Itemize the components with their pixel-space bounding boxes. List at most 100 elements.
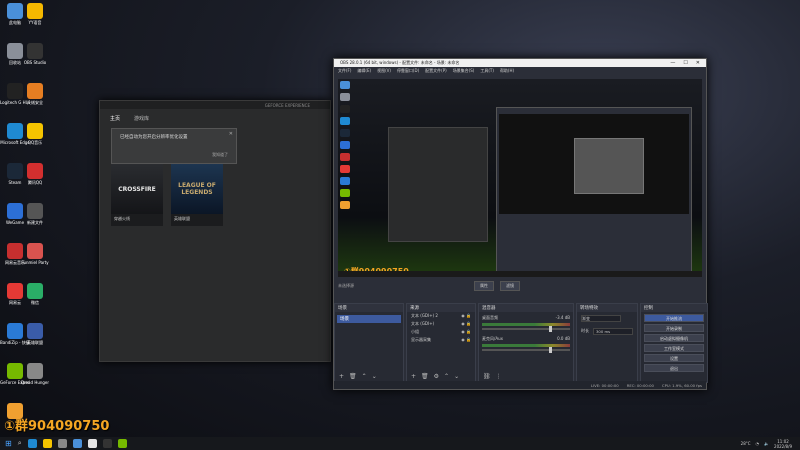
control-button[interactable]: 开始推流 (644, 314, 704, 322)
desktop-icon[interactable]: Dread Hunger (20, 363, 50, 385)
lock-icon[interactable]: 🔒 (466, 329, 471, 334)
control-button[interactable]: 工作室模式 (644, 344, 704, 352)
game-card-crossfire[interactable]: CROSSFIRE 穿越火线 (111, 164, 163, 226)
system-tray: 28°C ◔ 🔈 11:02 2022/8/9 (741, 439, 800, 449)
desktop-icon[interactable]: 火绒安全 (20, 83, 50, 105)
menu-item[interactable]: 视图(V) (377, 68, 391, 74)
desktop-icon-label: YY语音 (28, 20, 42, 25)
desktop-icon-label: Dread Hunger (20, 380, 50, 385)
clock[interactable]: 11:02 2022/8/9 (774, 439, 792, 449)
control-button[interactable]: 开始录制 (644, 324, 704, 332)
close-icon[interactable]: ✕ (229, 131, 233, 137)
taskbar-app-icon[interactable] (72, 439, 82, 448)
eye-icon[interactable]: ◉ (461, 313, 465, 318)
taskbar-app-icon[interactable] (117, 439, 127, 448)
game-name: 英雄联盟 (174, 216, 190, 221)
mixer-footer: ⛓ ⋮ (479, 372, 573, 380)
weather-text: 28°C (740, 441, 751, 446)
desktop-icon[interactable]: 腾讯QQ (20, 163, 50, 185)
filters-button[interactable]: 滤镜 (500, 281, 520, 291)
mixer-track-mic: 麦克风/Aux 0.0 dB (479, 333, 573, 354)
menu-item[interactable]: 文件(F) (338, 68, 351, 74)
add-icon[interactable]: + (411, 373, 416, 380)
up-icon[interactable]: ⌃ (362, 373, 367, 380)
menu-item[interactable]: 配置文件(P) (425, 68, 447, 74)
desktop-icon[interactable]: Funmiel Party (20, 243, 50, 265)
taskbar-app-icon[interactable] (102, 439, 112, 448)
volume-fader[interactable] (482, 326, 570, 332)
minimize-icon[interactable]: — (670, 60, 675, 66)
taskbar-app-icon[interactable] (27, 439, 37, 448)
volume-icon[interactable]: 🔈 (764, 441, 769, 446)
source-item[interactable]: 显示器采集 ◉ 🔒 (407, 336, 475, 344)
control-button[interactable]: 设置 (644, 354, 704, 362)
link-icon[interactable]: ⛓ (483, 373, 491, 380)
lock-icon[interactable]: 🔒 (466, 337, 471, 342)
desktop-icon[interactable]: OBS Studio (20, 43, 50, 65)
taskbar-app-icon[interactable] (57, 439, 67, 448)
source-toolbar: 未选择源 属性 滤镜 (338, 279, 702, 293)
scenes-dock: 场景 场景 + 🗑 ⌃ ⌄ (334, 303, 404, 383)
preview-desktop-icons (340, 81, 360, 266)
desktop-icon[interactable]: YY语音 (20, 3, 50, 25)
status-text: LIVE: 00:00:00 (590, 382, 619, 388)
gear-icon[interactable]: ⚙ (434, 373, 439, 380)
windows-start-icon[interactable]: ⊞ (5, 439, 12, 448)
trash-icon[interactable]: 🗑 (349, 373, 357, 380)
taskbar-app-icon[interactable] (87, 439, 97, 448)
preview-icon (340, 165, 350, 173)
eye-icon[interactable]: ◉ (461, 337, 465, 342)
game-launcher-window[interactable]: GEFORCE EXPERIENCE 主页 游戏库 ✕ 已经自动为您开启分辨率优… (99, 100, 331, 362)
scene-item[interactable]: 场景 (337, 315, 401, 323)
menu-item[interactable]: 场景集合(S) (453, 68, 475, 74)
source-item[interactable]: 文本 (GDI+) ◉ 🔒 (407, 320, 475, 328)
down-icon[interactable]: ⌄ (372, 373, 377, 380)
preview-icon (340, 201, 350, 209)
lock-icon[interactable]: 🔒 (466, 321, 471, 326)
menu-item[interactable]: 帮助(H) (500, 68, 514, 74)
lock-icon[interactable]: 🔒 (466, 313, 471, 318)
preview-icon (340, 189, 350, 197)
mixer-title: 混音器 (479, 304, 573, 312)
desktop-icon[interactable]: QQ音乐 (20, 123, 50, 145)
source-item[interactable]: 文本 (GDI+) 2 ◉ 🔒 (407, 312, 475, 320)
desktop-icon-label: QQ音乐 (27, 140, 43, 145)
menu-icon[interactable]: ⋮ (496, 373, 502, 380)
tab-home[interactable]: 主页 (110, 115, 120, 122)
desktop-icon[interactable]: 新建文件 (20, 203, 50, 225)
desktop-icon[interactable]: 英雄联盟 (20, 323, 50, 345)
app-icon (27, 123, 43, 139)
preview-icon (340, 105, 350, 113)
tab-library[interactable]: 游戏库 (134, 115, 149, 122)
desktop-icon-label: 火绒安全 (27, 100, 43, 105)
close-icon[interactable]: ✕ (696, 60, 700, 66)
obs-preview[interactable]: ①群904090750 (338, 79, 702, 277)
add-icon[interactable]: + (339, 373, 344, 380)
transition-select[interactable]: 渐变 (581, 315, 621, 322)
menu-item[interactable]: 停靠窗口(D) (397, 68, 419, 74)
desktop-icon[interactable]: 微信 (20, 283, 50, 305)
eye-icon[interactable]: ◉ (461, 329, 465, 334)
menu-item[interactable]: 工具(T) (480, 68, 494, 74)
network-icon[interactable]: ◔ (756, 441, 760, 446)
obs-menubar: 文件(F) 编辑(E) 视图(V) 停靠窗口(D) 配置文件(P) 场景集合(S) 工具(T… (334, 67, 706, 75)
up-icon[interactable]: ⌃ (444, 373, 449, 380)
control-button[interactable]: 启动虚拟摄像机 (644, 334, 704, 342)
launcher-topbar: GEFORCE EXPERIENCE (100, 101, 330, 109)
source-label: 小组 (411, 329, 419, 334)
properties-button[interactable]: 属性 (474, 281, 494, 291)
trash-icon[interactable]: 🗑 (421, 373, 429, 380)
eye-icon[interactable]: ◉ (461, 321, 465, 326)
game-card-lol[interactable]: LEAGUE OF LEGENDS 英雄联盟 (171, 164, 223, 226)
taskbar-app-icon[interactable] (42, 439, 52, 448)
control-button[interactable]: 退出 (644, 364, 704, 372)
obs-window[interactable]: OBS 28.0.1 (64 bit, windows) - 配置文件: 未命名… (333, 58, 708, 390)
obs-title: OBS 28.0.1 (64 bit, windows) - 配置文件: 未命名… (340, 60, 460, 65)
dialog-confirm-button[interactable]: 我知道了 (212, 152, 228, 158)
maximize-icon[interactable]: ☐ (683, 60, 687, 66)
source-item[interactable]: 小组 ◉ 🔒 (407, 328, 475, 336)
duration-input[interactable]: 300 ms (593, 328, 633, 335)
menu-item[interactable]: 编辑(E) (357, 68, 371, 74)
down-icon[interactable]: ⌄ (454, 373, 459, 380)
volume-fader[interactable] (482, 347, 570, 353)
